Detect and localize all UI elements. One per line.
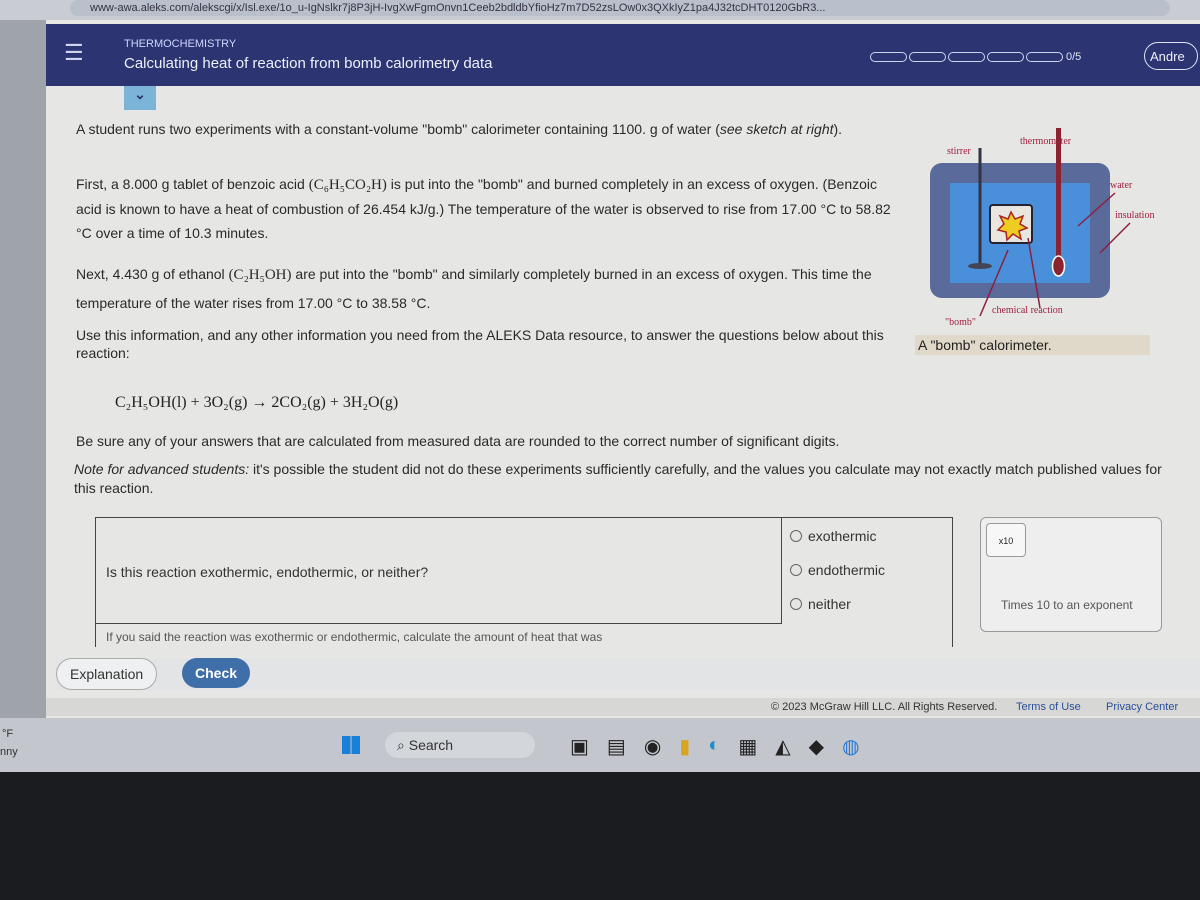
sigfig-note: Be sure any of your answers that are cal… xyxy=(76,433,840,449)
footer: © 2023 McGraw Hill LLC. All Rights Reser… xyxy=(46,698,1200,716)
second-experiment: Next, 4.430 g of ethanol (C₂H₅OH) are pu… xyxy=(76,260,906,317)
label-stirrer: stirrer xyxy=(947,146,972,157)
progress-segment xyxy=(948,52,985,62)
label-reaction: chemical reaction xyxy=(992,305,1063,316)
first-text: First, a 8.000 g tablet of benzoic acid xyxy=(76,176,309,192)
app-icon[interactable]: ◉ xyxy=(644,734,661,759)
benzoic-formula: (C₆H₅CO₂H) xyxy=(308,177,387,193)
weather-unit: °F xyxy=(2,728,14,740)
hamburger-menu-icon[interactable]: ☰ xyxy=(64,40,84,66)
user-button[interactable]: Andre xyxy=(1144,42,1198,70)
folder-icon[interactable]: ▮ xyxy=(679,734,690,759)
radio-circle[interactable] xyxy=(790,564,802,576)
radio-neither[interactable]: neither xyxy=(790,596,885,612)
privacy-link[interactable]: Privacy Center xyxy=(1106,701,1178,713)
question-text: Is this reaction exothermic, endothermic… xyxy=(106,564,429,580)
problem-intro: A student runs two experiments with a co… xyxy=(76,118,906,140)
windows-start-icon[interactable] xyxy=(342,736,360,754)
progress-bar xyxy=(870,52,1063,62)
terms-link[interactable]: Terms of Use xyxy=(1016,701,1081,713)
first-experiment: First, a 8.000 g tablet of benzoic acid … xyxy=(76,172,906,245)
monitor-bezel xyxy=(0,772,1200,900)
progress-segment xyxy=(1026,52,1063,62)
progress-segment xyxy=(909,52,946,62)
topic-label: THERMOCHEMISTRY xyxy=(124,38,237,50)
taskbar-apps: ▣ ▤ ◉ ▮ ◐ ▦ ◭ ◆ ◍ xyxy=(570,734,860,759)
question-text-2: If you said the reaction was exothermic … xyxy=(106,630,603,644)
radio-circle[interactable] xyxy=(790,598,802,610)
intro-italic: see sketch at right xyxy=(719,121,834,137)
weather-text: nny xyxy=(0,746,18,758)
explanation-button[interactable]: Explanation xyxy=(56,658,158,690)
progress-segment xyxy=(987,52,1024,62)
next-text: Next, 4.430 g of ethanol xyxy=(76,266,229,282)
reaction-equation: C₂H₅OH(l) + 3O₂(g) → 2CO₂(g) + 3H₂O(g) xyxy=(115,394,399,411)
option-label: endothermic xyxy=(808,562,886,578)
note-label: Note for advanced students: xyxy=(74,461,250,477)
progress-segment xyxy=(870,52,907,62)
intro-text: A student runs two experiments with a co… xyxy=(76,121,720,137)
option-label: exothermic xyxy=(808,528,877,544)
math-toolbar: x10 Times 10 to an exponent xyxy=(980,517,1162,632)
chrome-icon[interactable]: ◍ xyxy=(842,734,859,759)
screen-bezel xyxy=(0,20,46,720)
intro-end: ). xyxy=(833,121,843,137)
times-ten-button[interactable]: x10 xyxy=(986,523,1026,557)
taskbar: °F nny ⌕ Search ▣ ▤ ◉ ▮ ◐ ▦ ◭ ◆ ◍ xyxy=(0,718,1200,772)
radio-exothermic[interactable]: exothermic xyxy=(790,528,885,544)
question-row: Is this reaction exothermic, endothermic… xyxy=(96,518,782,624)
app-icon[interactable]: ▤ xyxy=(607,734,626,759)
copyright: © 2023 McGraw Hill LLC. All Rights Reser… xyxy=(771,701,998,713)
check-button[interactable]: Check xyxy=(182,658,251,688)
answer-options: exothermic endothermic neither xyxy=(790,528,885,612)
ethanol-formula: (C₂H₅OH) xyxy=(228,267,292,283)
label-water: water xyxy=(1110,180,1133,191)
tooltip: Times 10 to an exponent xyxy=(1001,598,1133,612)
radio-endothermic[interactable]: endothermic xyxy=(790,562,885,578)
radio-circle[interactable] xyxy=(790,530,802,542)
stirrer-blade xyxy=(968,263,992,269)
browser-toolbar: www-awa.aleks.com/alekscgi/x/Isl.exe/1o_… xyxy=(0,0,1200,20)
thermometer-bulb xyxy=(1051,255,1066,277)
label-insulation: insulation xyxy=(1115,210,1154,221)
question-table: Is this reaction exothermic, endothermic… xyxy=(95,517,953,647)
calorimeter-diagram: stirrer thermometer water insulation "bo… xyxy=(930,128,1154,328)
app-icon[interactable]: ◆ xyxy=(809,734,824,759)
collapse-chevron-icon[interactable]: ⌄ xyxy=(124,86,156,110)
label-thermometer: thermometer xyxy=(1020,136,1072,147)
address-bar[interactable]: www-awa.aleks.com/alekscgi/x/Isl.exe/1o_… xyxy=(70,0,1170,16)
app-icon[interactable]: ▣ xyxy=(570,734,589,759)
app-icon[interactable]: ◭ xyxy=(775,734,790,759)
advanced-note: Note for advanced students: it's possibl… xyxy=(74,460,1164,498)
progress-text: 0/5 xyxy=(1066,51,1082,63)
label-bomb: "bomb" xyxy=(945,317,976,328)
diagram-caption: A "bomb" calorimeter. xyxy=(915,335,1150,355)
taskbar-search[interactable]: ⌕ Search xyxy=(385,732,535,758)
store-icon[interactable]: ▦ xyxy=(738,734,757,759)
thermometer-shape xyxy=(1056,128,1061,263)
use-info: Use this information, and any other info… xyxy=(76,327,884,361)
search-label: Search xyxy=(408,737,454,753)
page-title: Calculating heat of reaction from bomb c… xyxy=(124,55,493,72)
option-label: neither xyxy=(808,596,851,612)
edge-icon[interactable]: ◐ xyxy=(708,734,720,759)
